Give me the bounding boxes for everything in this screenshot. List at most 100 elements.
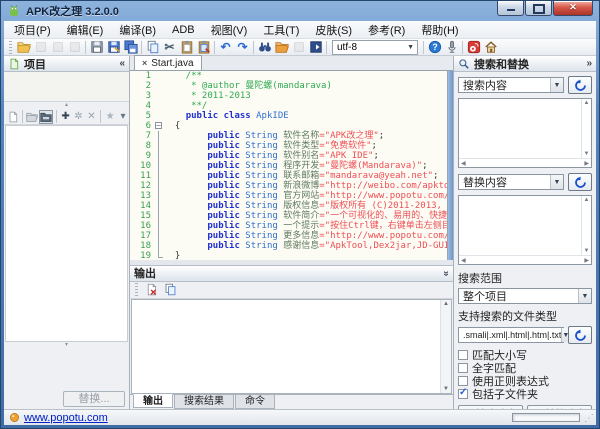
menu-item-1[interactable]: 编辑(E)	[59, 20, 112, 40]
code-text: * 2011-2013	[164, 91, 251, 101]
file-types-edit-button[interactable]	[568, 326, 592, 344]
project-tree[interactable]	[5, 125, 128, 342]
line-number: 13	[130, 191, 154, 201]
menu-item-8[interactable]: 帮助(H)	[413, 20, 466, 40]
minimize-button[interactable]	[497, 1, 524, 16]
search-scope-select[interactable]: 整个项目 ▼	[458, 288, 592, 304]
paste-special-icon[interactable]	[195, 39, 212, 55]
redo-icon[interactable]: ↷	[234, 39, 251, 55]
decompile-icon[interactable]	[307, 39, 324, 55]
remove-icon[interactable]: ✕	[85, 110, 97, 124]
checkbox-checked-icon[interactable]	[458, 389, 468, 399]
replace-box-hscroll[interactable]: ◀▶	[459, 255, 591, 264]
code-line-14: 14 public String 版权信息="版权所有 (C)2011-2013…	[130, 201, 447, 211]
line-number: 3	[130, 91, 154, 101]
code-line-3: 3 * 2011-2013	[130, 91, 447, 101]
cut-icon[interactable]: ✂	[161, 39, 178, 55]
search-panel-body: 搜索内容 ▼ ▲▼ ◀▶ 替换内容 ▼	[454, 72, 596, 409]
website-link[interactable]: www.popotu.com	[24, 412, 108, 424]
chevron-down-icon[interactable]: ▼	[407, 44, 417, 51]
search-scope-label: 搜索范围	[458, 270, 592, 286]
show-folders-icon[interactable]	[39, 110, 53, 124]
weibo-icon[interactable]	[465, 39, 482, 55]
output-tab-1[interactable]: 搜索结果	[174, 395, 234, 409]
menu-item-2[interactable]: 编译(B)	[111, 20, 164, 40]
fold-mid-icon	[154, 151, 164, 161]
checkbox-icon[interactable]	[458, 350, 468, 360]
chevron-down-icon[interactable]: ▼	[550, 78, 563, 92]
help-icon[interactable]: ?	[426, 39, 443, 55]
project-tree-top[interactable]	[4, 72, 129, 102]
collapse-right-icon[interactable]: »	[586, 58, 592, 69]
maximize-button[interactable]	[525, 1, 552, 16]
site-icon	[9, 412, 20, 423]
project-replace-area	[4, 349, 129, 389]
checkbox-icon[interactable]	[458, 376, 468, 386]
new-file-icon[interactable]	[7, 110, 19, 124]
search-panel-header: 搜索和替换 »	[454, 56, 596, 72]
resize-grip[interactable]: ⋰	[584, 413, 594, 424]
search-replace-panel: 搜索和替换 » 搜索内容 ▼ ▲▼	[453, 56, 596, 409]
search-box-hscroll[interactable]: ◀▶	[459, 158, 591, 167]
replace-content-combobox[interactable]: 替换内容 ▼	[458, 174, 564, 190]
chevron-down-icon[interactable]: ▼	[550, 175, 563, 189]
refresh-icon[interactable]: ✲	[73, 110, 85, 124]
clear-output-icon[interactable]	[143, 282, 160, 298]
menu-item-5[interactable]: 工具(T)	[255, 20, 307, 40]
home-icon[interactable]	[482, 39, 499, 55]
menu-item-6[interactable]: 皮肤(S)	[307, 20, 360, 40]
replace-button[interactable]: 替换...	[63, 391, 125, 407]
search-content-input[interactable]: ▲▼ ◀▶	[458, 98, 592, 168]
package-icon[interactable]	[273, 39, 290, 55]
collapse-down-icon[interactable]: »	[441, 271, 452, 277]
collapse-left-icon[interactable]: «	[119, 58, 125, 69]
file-types-select[interactable]: .smali|.xml|.html|.htm|.txt ▼	[458, 327, 564, 343]
svg-text:?: ?	[432, 42, 437, 52]
search-history-button[interactable]	[568, 76, 592, 94]
save-icon[interactable]	[88, 39, 105, 55]
paste-icon[interactable]	[178, 39, 195, 55]
search-box-vscroll[interactable]: ▲▼	[581, 99, 591, 158]
close-button[interactable]	[553, 1, 593, 16]
output-scrollbar[interactable]: ▲▼	[440, 300, 451, 393]
code-editor[interactable]: 1 /**2 * @author 曼陀螺(mandarava)3 * 2011-…	[130, 71, 453, 260]
menu-item-0[interactable]: 项目(P)	[6, 20, 59, 40]
replace-content-input[interactable]: ▲▼ ◀▶	[458, 195, 592, 265]
copy-output-icon[interactable]	[162, 282, 179, 298]
code-text: public String 联系邮箱="mandarava@yeah.net";	[164, 171, 438, 181]
voice-icon[interactable]	[443, 39, 460, 55]
menu-item-7[interactable]: 参考(R)	[360, 20, 413, 40]
menu-item-3[interactable]: ADB	[164, 22, 203, 38]
option-3[interactable]: 包括子文件夹	[458, 387, 592, 400]
fold-mid-icon	[154, 211, 164, 221]
project-splitter-up[interactable]: ▴	[4, 102, 129, 109]
project-splitter-down[interactable]: ▾	[4, 342, 129, 349]
output-tab-0[interactable]: 输出	[133, 394, 173, 408]
copy-icon[interactable]	[144, 39, 161, 55]
editor-tab-startjava[interactable]: × Start.java	[134, 55, 202, 70]
favorite-icon[interactable]: ★	[104, 110, 116, 124]
search-content-combobox[interactable]: 搜索内容 ▼	[458, 77, 564, 93]
menu-item-4[interactable]: 视图(V)	[203, 20, 256, 40]
open-apk-icon[interactable]	[15, 39, 32, 55]
add-icon[interactable]: ✚	[60, 110, 72, 124]
save-as-icon[interactable]	[105, 39, 122, 55]
search-icon[interactable]	[256, 39, 273, 55]
undo-icon[interactable]: ↶	[217, 39, 234, 55]
fold-mid-icon	[154, 191, 164, 201]
open-folder-icon[interactable]	[26, 110, 38, 124]
output-tab-2[interactable]: 命令	[235, 395, 275, 409]
client-area: 项目(P)编辑(E)编译(B)ADB视图(V)工具(T)皮肤(S)参考(R)帮助…	[4, 21, 596, 425]
encoding-select[interactable]: utf-8▼	[332, 40, 418, 55]
code-text: {	[164, 121, 180, 131]
more-icon[interactable]: ▾	[117, 110, 129, 124]
output-text-area[interactable]: ▲▼	[131, 299, 452, 394]
tab-close-icon[interactable]: ×	[142, 58, 147, 68]
toolbar-separator	[100, 110, 101, 123]
checkbox-icon[interactable]	[458, 363, 468, 373]
replace-box-vscroll[interactable]: ▲▼	[581, 196, 591, 255]
replace-history-button[interactable]	[568, 173, 592, 191]
fold-start-icon[interactable]: –	[154, 121, 164, 131]
save-all-icon[interactable]	[122, 39, 139, 55]
chevron-down-icon[interactable]: ▼	[578, 289, 591, 303]
